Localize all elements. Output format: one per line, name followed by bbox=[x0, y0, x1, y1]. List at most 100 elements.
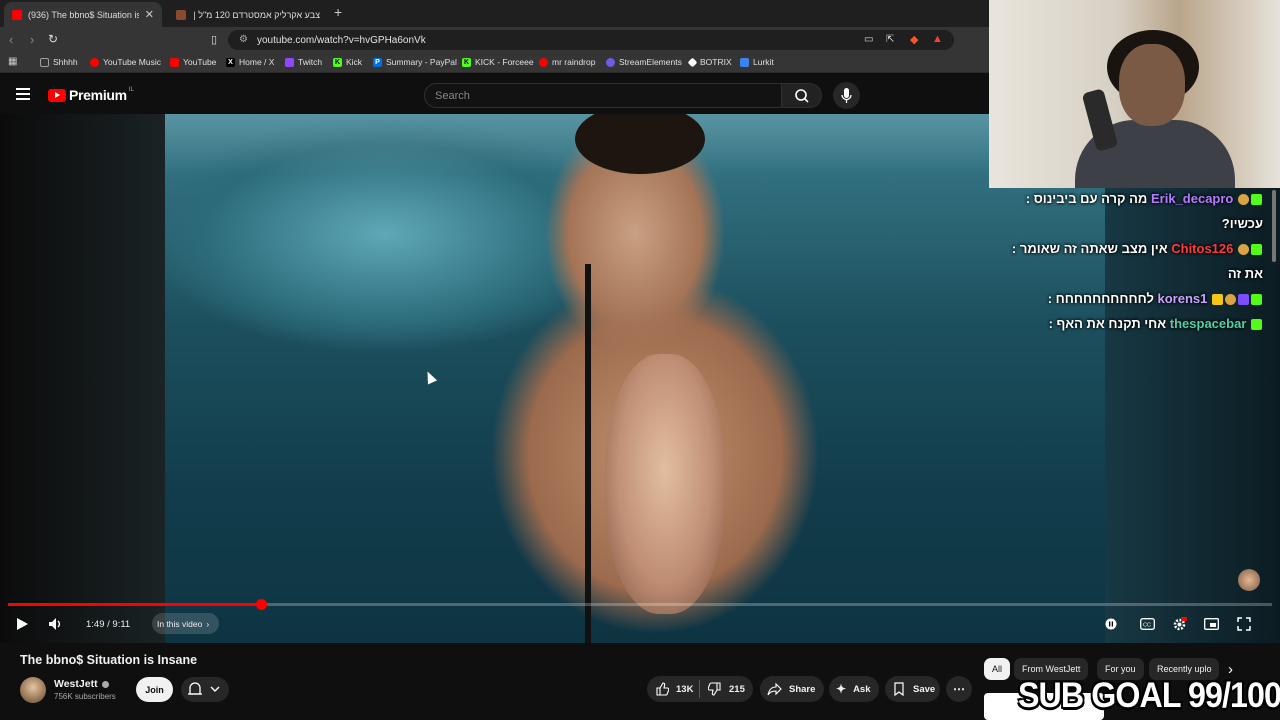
stream-chat-overlay: Erik_decapro מה קרה עם ביבינוס : עכשיו? … bbox=[993, 186, 1275, 336]
streamelements-icon bbox=[606, 57, 615, 67]
share-page-icon[interactable]: ⇱ bbox=[886, 34, 894, 45]
youtube-icon bbox=[539, 57, 548, 67]
volume-icon[interactable] bbox=[48, 617, 64, 631]
bookmark-shhhh[interactable]: Shhhh bbox=[40, 57, 78, 67]
botrix-icon bbox=[687, 57, 698, 67]
crown-badge-icon bbox=[1212, 294, 1223, 306]
sub-goal-overlay: SUB GOAL 99/100 bbox=[1018, 676, 1280, 715]
share-button[interactable]: Share bbox=[760, 676, 824, 702]
bookmark-botrix[interactable]: BOTRIX bbox=[687, 57, 732, 67]
shop-favicon-icon bbox=[176, 9, 186, 20]
bookmark-youtube-music[interactable]: YouTube Music bbox=[90, 57, 161, 67]
brave-rewards-icon[interactable]: ▲ bbox=[932, 33, 943, 45]
kick-icon: K bbox=[462, 57, 471, 67]
bookmark-kick-forceee[interactable]: K KICK - Forceee bbox=[462, 57, 534, 67]
chat-username: Erik_decapro bbox=[1151, 191, 1234, 206]
dislike-button[interactable]: 215 bbox=[708, 682, 745, 696]
search-icon bbox=[795, 89, 809, 103]
kick-badge-icon bbox=[1251, 194, 1262, 206]
bell-icon bbox=[188, 682, 220, 695]
apps-grid-icon[interactable]: ▦ bbox=[8, 56, 17, 67]
bookmark-mr-raindrop[interactable]: mr raindrop bbox=[539, 57, 595, 67]
bookmark-twitch[interactable]: Twitch bbox=[285, 57, 322, 67]
channel-name[interactable]: WestJett bbox=[54, 678, 109, 690]
video-title: The bbno$ Situation is Insane bbox=[20, 653, 198, 667]
chevron-right-icon: › bbox=[206, 618, 210, 629]
streamer-face bbox=[1119, 44, 1185, 126]
tab-title: צבע אקרליק אמסטרדם 120 מ"ל | ...ros bbox=[192, 9, 320, 20]
cast-icon[interactable]: ▭ bbox=[864, 34, 873, 45]
youtube-music-icon bbox=[90, 57, 99, 67]
thumbs-up-icon bbox=[656, 682, 669, 696]
more-actions-button[interactable]: ⋯ bbox=[946, 676, 972, 702]
chat-username: korens1 bbox=[1157, 291, 1208, 306]
youtube-favicon-icon bbox=[12, 9, 22, 20]
chat-badges bbox=[1211, 286, 1263, 311]
video-progress-bar[interactable] bbox=[8, 599, 1272, 610]
bookmark-streamelements[interactable]: StreamElements bbox=[606, 57, 682, 67]
gift-badge-icon bbox=[1238, 244, 1249, 256]
kick-icon: K bbox=[333, 57, 342, 67]
thumbs-down-icon bbox=[708, 682, 721, 696]
youtube-premium-logo[interactable]: Premium IL bbox=[48, 87, 134, 103]
video-frame[interactable] bbox=[165, 114, 1105, 643]
search-input[interactable]: Search bbox=[424, 83, 782, 108]
video-letterbox-left bbox=[0, 114, 165, 643]
microphone-icon bbox=[841, 88, 852, 103]
settings-gear-icon[interactable] bbox=[1172, 617, 1187, 632]
channel-avatar[interactable] bbox=[20, 677, 46, 703]
url-bar[interactable]: ⚙ youtube.com/watch?v=hvGPHa6onVk bbox=[228, 30, 954, 50]
chip-all[interactable]: All bbox=[984, 658, 1011, 680]
site-info-icon[interactable]: ⚙ bbox=[239, 34, 248, 45]
autoplay-toggle-icon[interactable] bbox=[1105, 618, 1117, 630]
svg-text:CC: CC bbox=[1143, 623, 1151, 629]
bookmark-home-x[interactable]: X Home / X bbox=[226, 57, 274, 67]
bookmark-page-icon[interactable]: ▯ bbox=[211, 33, 217, 46]
page-scrollbar[interactable] bbox=[1272, 190, 1276, 262]
search-button[interactable] bbox=[782, 83, 822, 108]
chat-message: korens1 לחחחחחחחחחח : bbox=[993, 286, 1275, 311]
chat-message: thespacebar אחי תקנח את האף : bbox=[993, 311, 1275, 336]
kick-badge-icon bbox=[1251, 319, 1262, 331]
bookmark-lurkit[interactable]: Lurkit bbox=[740, 57, 774, 67]
chat-text: אחי תקנח את האף : bbox=[1048, 316, 1167, 331]
join-button[interactable]: Join bbox=[136, 677, 173, 702]
ask-button[interactable]: ✦ Ask bbox=[829, 676, 879, 702]
back-icon[interactable]: ‹ bbox=[9, 32, 13, 47]
chat-text: לחחחחחחחחחח : bbox=[1047, 291, 1154, 306]
save-button[interactable]: Save bbox=[885, 676, 940, 702]
progress-scrubber[interactable] bbox=[255, 599, 267, 610]
like-button[interactable]: 13K bbox=[655, 682, 693, 696]
browser-tab-amsterdam[interactable]: צבע אקרליק אמסטרדם 120 מ"ל | ...ros bbox=[168, 2, 328, 27]
play-icon[interactable] bbox=[15, 617, 29, 631]
chat-username: Chitos126 bbox=[1171, 241, 1234, 256]
progress-fill bbox=[8, 603, 261, 606]
chat-message: Erik_decapro מה קרה עם ביבינוס : עכשיו? bbox=[993, 186, 1275, 236]
verified-icon bbox=[101, 680, 109, 688]
close-tab-icon[interactable]: ✕ bbox=[145, 8, 154, 21]
captions-icon[interactable]: CC bbox=[1140, 618, 1155, 630]
bookmark-youtube[interactable]: YouTube bbox=[170, 57, 216, 67]
kick-badge-icon bbox=[1251, 294, 1262, 306]
subscription-bell-button[interactable] bbox=[181, 677, 229, 702]
painted-face-on-chest bbox=[605, 354, 725, 614]
brave-shields-icon[interactable]: ◆ bbox=[910, 33, 918, 46]
share-arrow-icon bbox=[767, 682, 782, 696]
bookmark-kick[interactable]: K Kick bbox=[333, 57, 362, 67]
cube-badge-icon bbox=[1238, 294, 1249, 306]
browser-tab-youtube[interactable]: (936) The bbno$ Situation is Insane ✕ bbox=[4, 2, 162, 27]
mic-stand bbox=[585, 264, 591, 643]
bookmark-paypal[interactable]: P Summary - PayPal bbox=[373, 57, 457, 67]
in-this-video-button[interactable]: In this video › bbox=[152, 613, 220, 634]
new-tab-button[interactable]: + bbox=[334, 4, 342, 20]
more-horizontal-icon: ⋯ bbox=[953, 682, 965, 696]
subscriber-count: 756K subscribers bbox=[54, 692, 116, 701]
paypal-icon: P bbox=[373, 57, 382, 67]
voice-search-button[interactable] bbox=[833, 82, 860, 109]
reload-icon[interactable]: ↻ bbox=[48, 32, 58, 46]
miniplayer-icon[interactable] bbox=[1204, 618, 1219, 630]
twitch-icon bbox=[285, 57, 294, 67]
forward-icon[interactable]: › bbox=[30, 32, 34, 47]
fullscreen-icon[interactable] bbox=[1237, 617, 1251, 631]
hamburger-menu-icon[interactable] bbox=[16, 88, 30, 100]
